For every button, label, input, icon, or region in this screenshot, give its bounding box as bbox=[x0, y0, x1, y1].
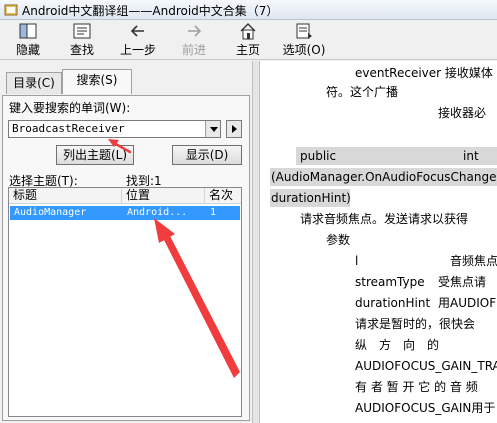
search-prompt-label: 键入要搜索的单词(W): bbox=[9, 101, 131, 115]
content-line: eventReceiver 接收媒体 bbox=[355, 66, 493, 80]
content-line: streamType bbox=[355, 275, 425, 289]
display-button[interactable]: 显示(D) bbox=[172, 145, 242, 165]
row-location: Android... bbox=[127, 207, 188, 218]
app-icon bbox=[4, 4, 18, 16]
content-line: 符。这个广播 bbox=[326, 85, 399, 99]
content-line: public bbox=[300, 149, 337, 163]
content-line: durationHint) bbox=[271, 191, 351, 205]
content-line: l bbox=[355, 254, 359, 268]
back-icon bbox=[130, 25, 144, 37]
find-icon bbox=[73, 23, 91, 39]
content-line: int bbox=[463, 149, 479, 163]
options-button[interactable]: 选项(O) bbox=[280, 22, 328, 58]
content-line: 用AUDIOF bbox=[438, 296, 497, 310]
content-line: (AudioManager.OnAudioFocusChangeLis bbox=[271, 170, 497, 184]
table-row[interactable]: AudioManager Android... 1 bbox=[10, 206, 240, 220]
results-header: 标题 位置 名次 bbox=[9, 188, 241, 204]
back-button[interactable]: 上一步 bbox=[116, 22, 160, 58]
list-topics-button[interactable]: 列出主题(L) bbox=[56, 145, 134, 165]
column-title[interactable]: 标题 bbox=[9, 188, 122, 204]
content-line: 参数 bbox=[326, 233, 351, 247]
tab-contents[interactable]: 目录(C) bbox=[6, 72, 62, 94]
home-button[interactable]: 主页 bbox=[230, 22, 266, 58]
search-combobox[interactable]: BroadcastReceiver bbox=[8, 120, 221, 138]
toolbar: 隐藏 查找 上一步 前进 主页 选项(O) bbox=[0, 20, 497, 60]
tab-search[interactable]: 搜索(S) bbox=[62, 69, 132, 94]
row-title: AudioManager bbox=[14, 207, 87, 218]
content-line: 受焦点请 bbox=[438, 275, 487, 289]
column-rank[interactable]: 名次 bbox=[205, 188, 241, 204]
window-title: Android中文翻译组——Android中文合集（7） bbox=[22, 4, 279, 18]
title-bar[interactable]: Android中文翻译组——Android中文合集（7） bbox=[0, 0, 497, 20]
home-icon bbox=[240, 23, 256, 40]
content-line: 纵 方 向 的 bbox=[355, 338, 440, 352]
content-line: 接收器必 bbox=[438, 106, 487, 120]
content-pane: eventReceiver 接收媒体 符。这个广播 接收器必 public in… bbox=[260, 61, 497, 423]
content-line: 请求是暂时的，很快会 bbox=[355, 317, 476, 331]
column-location[interactable]: 位置 bbox=[122, 188, 205, 204]
hide-button[interactable]: 隐藏 bbox=[8, 22, 48, 58]
forward-icon bbox=[188, 25, 202, 37]
play-arrow-button[interactable] bbox=[226, 120, 242, 138]
content-line: 音频焦点 bbox=[450, 254, 497, 268]
pane-splitter[interactable] bbox=[252, 61, 260, 423]
search-input[interactable]: BroadcastReceiver bbox=[12, 122, 125, 135]
content-line: AUDIOFOCUS_GAIN用于 bbox=[355, 401, 496, 415]
options-icon bbox=[296, 23, 312, 39]
find-button[interactable]: 查找 bbox=[62, 22, 102, 58]
forward-button[interactable]: 前进 bbox=[174, 22, 214, 58]
content-line: 请求音频焦点。发送请求以获得 bbox=[300, 212, 469, 226]
hide-icon bbox=[19, 23, 37, 39]
row-rank: 1 bbox=[210, 207, 217, 218]
content-line: 有 者 暂 开 它 的 音 频 bbox=[355, 380, 478, 394]
content-line: AUDIOFOCUS_GAIN_TRA bbox=[355, 359, 497, 373]
content-line: durationHint bbox=[355, 296, 431, 310]
navigation-pane: 目录(C) 搜索(S) 键入要搜索的单词(W): BroadcastReceiv… bbox=[0, 61, 252, 423]
chevron-down-icon[interactable] bbox=[205, 121, 220, 137]
results-list[interactable]: 标题 位置 名次 AudioManager Android... 1 bbox=[8, 187, 242, 417]
